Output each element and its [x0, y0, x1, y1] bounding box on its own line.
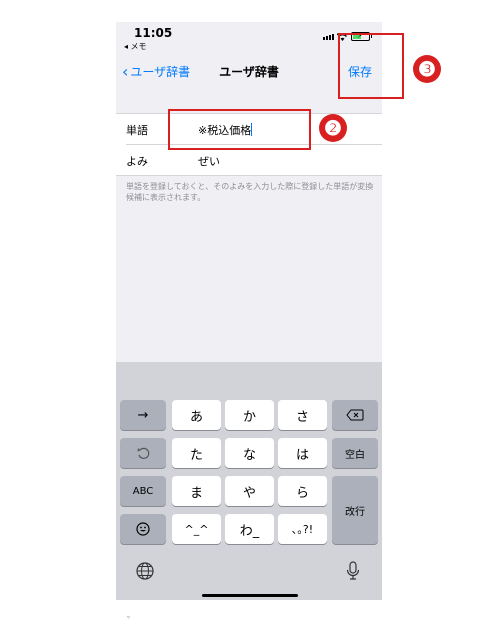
key-kaomoji[interactable]: ^_^: [172, 514, 221, 544]
key-ta[interactable]: た: [172, 438, 221, 468]
next-candidate-key[interactable]: →: [120, 400, 166, 430]
reading-label: よみ: [126, 155, 148, 168]
status-time: 11:05: [134, 26, 173, 40]
signal-icon: [323, 33, 334, 40]
step-3-badge: ❸: [413, 55, 441, 83]
key-ha[interactable]: は: [278, 438, 327, 468]
delete-icon: [346, 409, 364, 421]
key-ra[interactable]: ら: [278, 476, 327, 506]
key-a[interactable]: あ: [172, 400, 221, 430]
reading-field[interactable]: ぜい: [198, 153, 220, 169]
microphone-icon[interactable]: [346, 561, 360, 581]
save-highlight-box: [338, 33, 404, 99]
space-key[interactable]: 空白: [332, 438, 378, 468]
key-ma[interactable]: ま: [172, 476, 221, 506]
helper-text: 単語を登録しておくと、そのよみを入力した際に登録した単語が変換候補に表示されます…: [126, 182, 374, 202]
emoji-icon: [136, 522, 150, 536]
emoji-key[interactable]: [120, 514, 166, 544]
key-punctuation[interactable]: ､｡?!: [278, 514, 327, 544]
small-marker: ▿: [127, 614, 131, 621]
undo-icon: [137, 447, 150, 459]
key-sa[interactable]: さ: [278, 400, 327, 430]
back-to-app-link[interactable]: ◂ メモ: [124, 41, 147, 52]
key-na[interactable]: な: [225, 438, 274, 468]
key-ka[interactable]: か: [225, 400, 274, 430]
key-wa[interactable]: わ_: [225, 514, 274, 544]
undo-key[interactable]: [120, 438, 166, 468]
japanese-keyboard: → あ か さ た な は 空白 ABC ま や ら 改行 ^_^ わ_ ､｡?…: [116, 362, 382, 600]
home-indicator: [202, 594, 298, 597]
step-2-badge: ❷: [319, 114, 347, 142]
abc-key[interactable]: ABC: [120, 476, 166, 506]
return-key[interactable]: 改行: [332, 476, 378, 544]
key-ya[interactable]: や: [225, 476, 274, 506]
word-label: 単語: [126, 124, 148, 137]
delete-key[interactable]: [332, 400, 378, 430]
globe-icon[interactable]: [136, 562, 154, 580]
word-highlight-box: [168, 109, 311, 150]
